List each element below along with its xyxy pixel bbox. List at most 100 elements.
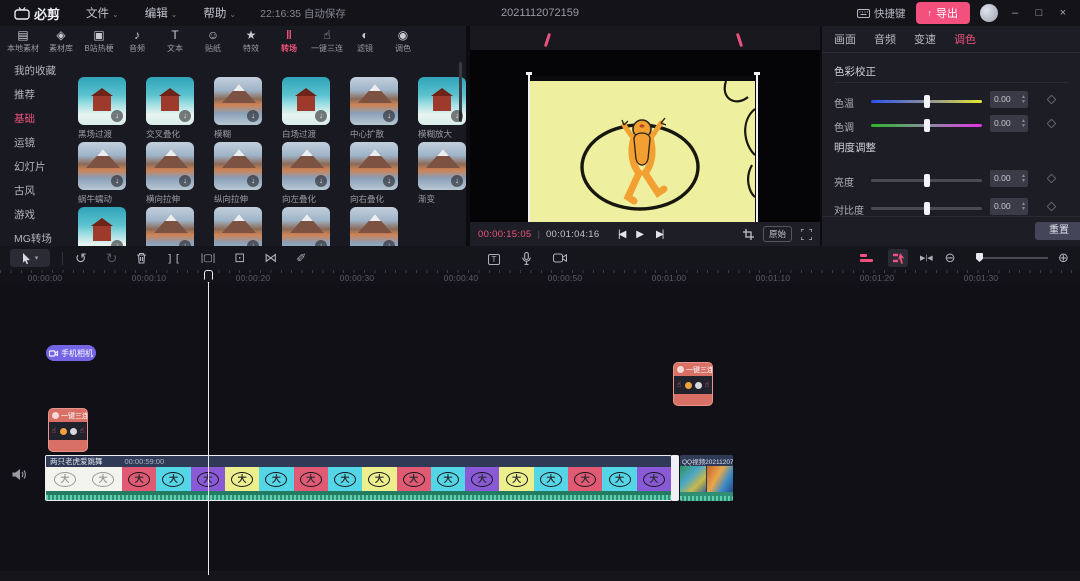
media-tab[interactable]: ◐滤镜	[346, 29, 384, 54]
reset-button[interactable]: 重置	[1035, 222, 1080, 240]
media-tab[interactable]: ◉调色	[384, 29, 422, 54]
text-recognition-button[interactable]: T	[488, 251, 500, 265]
track-mute-button[interactable]	[12, 468, 27, 481]
zoom-slider-knob[interactable]	[976, 253, 983, 262]
transition-item[interactable]: ↓	[146, 207, 194, 246]
brightness-value[interactable]: 0.00▲▼	[990, 170, 1028, 187]
main-video-clip[interactable]: 两只老虎爱跳舞 00:00:59:00 大大大大大大大大大大大大大大大大大大	[45, 455, 672, 501]
record-camera-button[interactable]	[553, 253, 567, 263]
color-temp-slider[interactable]	[871, 100, 982, 103]
media-tab[interactable]: ☝一键三连	[308, 29, 346, 54]
minimize-button[interactable]: –	[1008, 7, 1022, 19]
avatar[interactable]	[980, 4, 998, 22]
stepper-arrows[interactable]: ▲▼	[1021, 170, 1026, 187]
next-frame-button[interactable]: ▶|	[656, 229, 662, 240]
media-tab[interactable]: T文本	[156, 29, 194, 54]
media-tab[interactable]: ▤本地素材	[4, 29, 42, 54]
redo-button[interactable]: ↻	[106, 250, 118, 267]
media-tab[interactable]: ★特效	[232, 29, 270, 54]
menu-help[interactable]: 帮助⌄	[203, 5, 236, 21]
delete-button[interactable]	[136, 252, 147, 264]
zoom-out-button[interactable]: ⊖	[945, 250, 956, 266]
playhead-line[interactable]	[208, 270, 209, 575]
category-item[interactable]: 运镜	[0, 130, 72, 154]
color-tint-slider[interactable]	[871, 124, 982, 127]
color-tint-value[interactable]: 0.00▲▼	[990, 115, 1028, 132]
inspector-tab[interactable]: 变速	[914, 31, 936, 47]
category-item[interactable]: 我的收藏	[0, 58, 72, 82]
media-tab[interactable]: ♪音频	[118, 29, 156, 54]
category-item[interactable]: 游戏	[0, 202, 72, 226]
contrast-value[interactable]: 0.00▲▼	[990, 198, 1028, 215]
slider-knob[interactable]	[924, 202, 930, 215]
inspector-tab[interactable]: 音频	[874, 31, 896, 47]
menu-file[interactable]: 文件⌄	[86, 5, 119, 21]
reset-diamond-icon[interactable]	[1047, 95, 1057, 105]
inspector-tab[interactable]: 调色	[954, 31, 976, 47]
menu-edit[interactable]: 编辑⌄	[145, 5, 178, 21]
media-tab[interactable]: ☺贴纸	[194, 29, 232, 54]
close-button[interactable]: ×	[1056, 7, 1070, 19]
auto-snap-toggle[interactable]	[888, 249, 908, 267]
transition-item[interactable]: ↓模糊	[214, 77, 262, 139]
media-tab[interactable]: ◈素材库	[42, 29, 80, 54]
transition-item[interactable]: ↓中心扩散	[350, 77, 398, 139]
before-after-button[interactable]: |▢|	[201, 253, 216, 264]
transition-item[interactable]: ↓蜗牛蠕动	[78, 142, 126, 204]
split-button[interactable]: ][	[166, 252, 181, 265]
fullscreen-icon[interactable]	[801, 229, 812, 240]
select-tool-button[interactable]: ▾	[10, 249, 50, 267]
contrast-slider[interactable]	[871, 207, 982, 210]
inspector-tab[interactable]: 画面	[834, 31, 856, 47]
undo-button[interactable]: ↺	[75, 250, 87, 267]
transition-item[interactable]: ↓白场过渡	[282, 77, 330, 139]
maximize-button[interactable]: □	[1032, 7, 1046, 19]
slider-knob[interactable]	[924, 119, 930, 132]
transition-item[interactable]: ↓	[78, 207, 126, 246]
stepper-arrows[interactable]: ▲▼	[1021, 115, 1026, 132]
crop-icon[interactable]	[743, 229, 754, 240]
aspect-ratio-select[interactable]: 原始	[763, 226, 792, 242]
triple-like-sticker-clip[interactable]: 一键三连 ☝ ☝	[48, 408, 88, 452]
category-item[interactable]: 基础	[0, 106, 72, 130]
transition-item[interactable]: ↓横向拉伸	[146, 142, 194, 204]
transition-item[interactable]: ↓	[214, 207, 262, 246]
transition-item[interactable]: ↓纵向拉伸	[214, 142, 262, 204]
track-compact-toggle[interactable]	[856, 249, 876, 267]
reset-diamond-icon[interactable]	[1047, 119, 1057, 129]
color-temp-value[interactable]: 0.00▲▼	[990, 91, 1028, 108]
export-button[interactable]: ↑ 导出	[916, 2, 971, 24]
freeze-frame-button[interactable]: ⊡	[234, 250, 245, 266]
pin-button[interactable]: ✐	[296, 251, 306, 265]
reset-diamond-icon[interactable]	[1047, 202, 1057, 212]
category-item[interactable]: 推荐	[0, 82, 72, 106]
transition-item[interactable]: ↓黑场过渡	[78, 77, 126, 139]
mirror-flip-button[interactable]: ⋈	[264, 250, 277, 266]
record-voice-button[interactable]	[522, 252, 531, 265]
zoom-in-button[interactable]: ⊕	[1058, 250, 1069, 266]
transition-item[interactable]: ↓	[350, 207, 398, 246]
applied-transition-marker[interactable]	[671, 455, 679, 501]
stepper-arrows[interactable]: ▲▼	[1021, 198, 1026, 215]
shortcut-button[interactable]: 快捷键	[857, 6, 906, 21]
qq-video-clip[interactable]: QQ视频202112072	[680, 455, 733, 501]
play-button[interactable]: ▶	[636, 229, 644, 240]
timeline-ruler[interactable]: 00:00:0000:00:1000:00:2000:00:3000:00:40…	[0, 270, 1080, 284]
media-tab[interactable]: ‖转场	[270, 29, 308, 54]
media-tab[interactable]: ▣B站热梗	[80, 29, 118, 54]
stepper-arrows[interactable]: ▲▼	[1021, 91, 1026, 108]
transition-item[interactable]: ↓渐变	[418, 142, 466, 204]
slider-knob[interactable]	[924, 174, 930, 187]
brightness-slider[interactable]	[871, 179, 982, 182]
crop-handle-left[interactable]	[528, 74, 530, 244]
transition-item[interactable]: ↓向左叠化	[282, 142, 330, 204]
fit-timeline-button[interactable]: ▶|◀	[920, 254, 933, 262]
video-frame[interactable]	[529, 76, 756, 242]
transition-item[interactable]: ↓向右叠化	[350, 142, 398, 204]
slider-knob[interactable]	[924, 95, 930, 108]
reset-diamond-icon[interactable]	[1047, 174, 1057, 184]
transition-item[interactable]: ↓	[282, 207, 330, 246]
timeline-zoom-slider[interactable]	[978, 257, 1048, 259]
crop-handle-right[interactable]	[756, 74, 758, 244]
category-item[interactable]: MG转场	[0, 226, 72, 246]
